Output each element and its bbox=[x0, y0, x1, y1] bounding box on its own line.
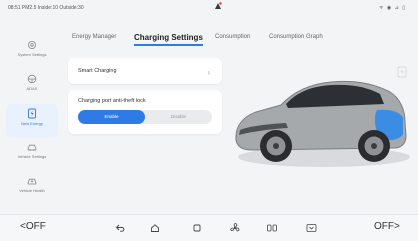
left-temperature[interactable]: <OFF bbox=[20, 221, 46, 232]
adas-icon bbox=[27, 74, 37, 84]
anti-theft-toggle: Enable Disable bbox=[78, 110, 212, 124]
vehicle-health-icon bbox=[27, 178, 37, 185]
smart-charging-row[interactable]: Smart Charging › bbox=[68, 58, 222, 84]
disable-option[interactable]: Disable bbox=[145, 110, 212, 124]
sidebar-item-vehicle-settings[interactable]: Vehicle Settings bbox=[6, 138, 58, 172]
sidebar-item-new-energy[interactable]: New Energy bbox=[6, 104, 58, 138]
recent-apps-icon[interactable] bbox=[192, 223, 202, 233]
sidebar-item-label: Vehicle Settings bbox=[17, 154, 47, 159]
tab-charging-settings[interactable]: Charging Settings bbox=[134, 33, 203, 46]
vehicle-illustration bbox=[226, 54, 416, 174]
fan-icon[interactable] bbox=[229, 222, 241, 234]
status-text: 08:51 PM2.5 Inside:10 Outside:30 bbox=[8, 5, 84, 11]
car-image bbox=[235, 80, 410, 167]
seat-heat-icon[interactable] bbox=[266, 223, 278, 233]
sidebar-item-label: Vehicle Health bbox=[19, 188, 45, 193]
notification-icon bbox=[215, 2, 222, 9]
sidebar-item-label: ADAS bbox=[26, 86, 38, 91]
chevron-right-icon: › bbox=[207, 68, 210, 77]
tab-consumption[interactable]: Consumption bbox=[215, 34, 250, 40]
tab-consumption-graph[interactable]: Consumption Graph bbox=[269, 34, 323, 40]
sidebar-item-vehicle-health[interactable]: Vehicle Health bbox=[6, 172, 58, 206]
home-icon[interactable] bbox=[150, 223, 160, 233]
sidebar-item-label: System Settings bbox=[17, 52, 47, 57]
left-temp-value: OFF bbox=[25, 221, 46, 232]
sidebar-item-system-settings[interactable]: System Settings bbox=[6, 36, 58, 70]
bottom-control-bar: <OFF OFF> bbox=[0, 214, 418, 241]
right-temp-value: OFF bbox=[374, 221, 394, 232]
defrost-icon[interactable] bbox=[306, 223, 317, 233]
new-energy-icon bbox=[28, 108, 36, 119]
smart-charging-label: Smart Charging bbox=[78, 68, 117, 74]
vehicle-settings-icon bbox=[27, 144, 37, 151]
status-bar: 08:51 PM2.5 Inside:10 Outside:30 ᯤ ◉ ⊿ ▯ bbox=[0, 0, 418, 18]
anti-theft-lock-card: Charging port anti-theft lock Enable Dis… bbox=[68, 90, 222, 134]
system-settings-icon bbox=[28, 41, 36, 49]
settings-sidebar: System Settings ADAS New Energy Vehicle … bbox=[0, 18, 64, 208]
chevron-right-icon: > bbox=[394, 221, 400, 232]
sidebar-item-label: New Energy bbox=[21, 121, 43, 126]
tab-bar: Energy Manager Charging Settings Consump… bbox=[72, 33, 392, 46]
back-icon[interactable] bbox=[115, 223, 125, 233]
right-temperature[interactable]: OFF> bbox=[374, 221, 400, 232]
sidebar-item-adas[interactable]: ADAS bbox=[6, 70, 58, 104]
enable-option[interactable]: Enable bbox=[78, 110, 145, 124]
tab-energy-manager[interactable]: Energy Manager bbox=[72, 34, 116, 40]
anti-theft-lock-label: Charging port anti-theft lock bbox=[78, 98, 146, 104]
status-icons: ᯤ ◉ ⊿ ▯ bbox=[378, 5, 406, 11]
